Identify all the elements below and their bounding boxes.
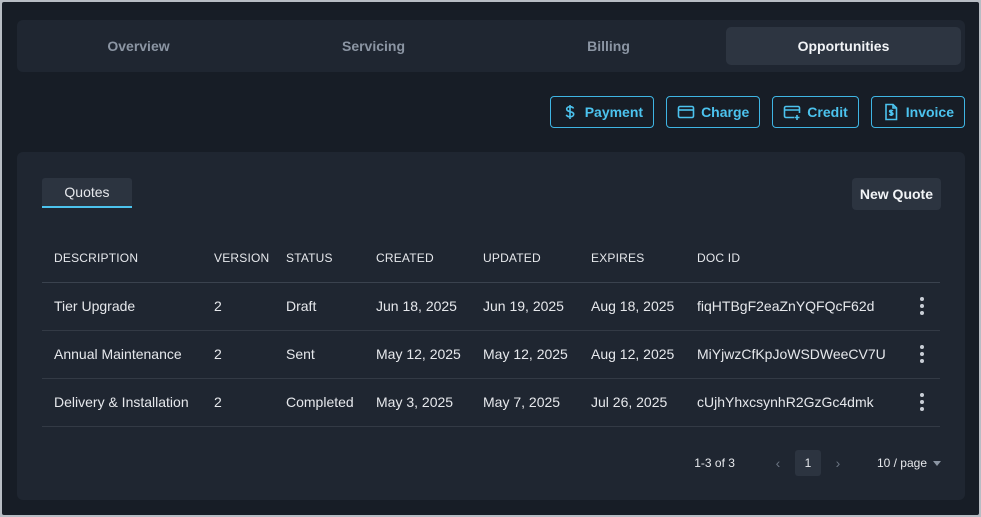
table-header-row: DESCRIPTION VERSION STATUS CREATED UPDAT…	[42, 234, 940, 283]
invoice-button-label: Invoice	[905, 104, 954, 120]
chevron-down-icon	[933, 460, 941, 466]
column-header-updated[interactable]: UPDATED	[471, 234, 579, 283]
new-quote-button[interactable]: New Quote	[851, 178, 941, 210]
cell-expires: Aug 12, 2025	[579, 330, 685, 379]
cell-doc-id: MiYjwzCfKpJoWSDWeeCV7U	[685, 330, 900, 379]
column-header-version[interactable]: VERSION	[202, 234, 274, 283]
column-header-doc-id[interactable]: DOC ID	[685, 234, 900, 283]
tab-overview[interactable]: Overview	[21, 27, 256, 65]
cell-status: Sent	[274, 330, 364, 379]
cell-created: May 3, 2025	[364, 378, 471, 427]
tab-quotes[interactable]: Quotes	[42, 178, 132, 208]
app-window: Overview Servicing Billing Opportunities…	[2, 2, 979, 515]
table-row[interactable]: Delivery & Installation 2 Completed May …	[42, 378, 940, 427]
row-menu-button[interactable]	[900, 282, 940, 331]
page-button-current[interactable]: 1	[794, 450, 821, 476]
row-menu-button[interactable]	[900, 330, 940, 379]
more-vertical-icon[interactable]	[912, 297, 932, 315]
cell-version: 2	[202, 378, 274, 427]
tab-opportunities[interactable]: Opportunities	[726, 27, 961, 65]
payment-button[interactable]: Payment	[549, 96, 655, 128]
charge-button-label: Charge	[701, 104, 750, 120]
cell-status: Draft	[274, 282, 364, 331]
column-header-expires[interactable]: EXPIRES	[579, 234, 685, 283]
cell-created: Jun 18, 2025	[364, 282, 471, 331]
chevron-left-icon[interactable]: ‹	[765, 455, 791, 471]
cell-updated: May 7, 2025	[471, 378, 579, 427]
quotes-panel: Quotes New Quote DESCRIPTION VERSION STA…	[17, 152, 965, 500]
cell-expires: Aug 18, 2025	[579, 282, 685, 331]
more-vertical-icon[interactable]	[912, 393, 932, 411]
cell-version: 2	[202, 330, 274, 379]
cell-doc-id: fiqHTBgF2eaZnYQFQcF62d	[685, 282, 900, 331]
invoice-button[interactable]: Invoice	[870, 96, 965, 128]
card-icon	[677, 105, 695, 119]
pagination: 1-3 of 3 ‹ 1 › 10 / page	[694, 450, 941, 476]
cell-updated: May 12, 2025	[471, 330, 579, 379]
card-plus-icon	[783, 105, 801, 120]
cell-created: May 12, 2025	[364, 330, 471, 379]
cell-version: 2	[202, 282, 274, 331]
tab-billing[interactable]: Billing	[491, 27, 726, 65]
column-header-created[interactable]: CREATED	[364, 234, 471, 283]
chevron-right-icon[interactable]: ›	[825, 455, 851, 471]
quotes-table: DESCRIPTION VERSION STATUS CREATED UPDAT…	[42, 234, 940, 427]
page-size-select[interactable]: 10 / page	[877, 456, 941, 470]
column-header-status[interactable]: STATUS	[274, 234, 364, 283]
payment-button-label: Payment	[584, 104, 644, 120]
pagination-range: 1-3 of 3	[694, 456, 735, 470]
row-menu-button[interactable]	[900, 378, 940, 427]
table-row[interactable]: Tier Upgrade 2 Draft Jun 18, 2025 Jun 19…	[42, 282, 940, 331]
dollar-icon	[565, 105, 575, 119]
cell-description: Delivery & Installation	[42, 378, 202, 427]
column-header-description[interactable]: DESCRIPTION	[42, 234, 202, 283]
cell-doc-id: cUjhYhxcsynhR2GzGc4dmk	[685, 378, 900, 427]
column-header-actions	[900, 234, 940, 283]
tab-servicing[interactable]: Servicing	[256, 27, 491, 65]
invoice-icon	[884, 103, 898, 121]
cell-status: Completed	[274, 378, 364, 427]
cell-expires: Jul 26, 2025	[579, 378, 685, 427]
credit-button-label: Credit	[807, 104, 848, 120]
page-size-value: 10 / page	[876, 456, 927, 470]
main-tabs: Overview Servicing Billing Opportunities	[17, 20, 965, 72]
cell-description: Annual Maintenance	[42, 330, 202, 379]
credit-button[interactable]: Credit	[772, 96, 859, 128]
table-row[interactable]: Annual Maintenance 2 Sent May 12, 2025 M…	[42, 330, 940, 379]
cell-description: Tier Upgrade	[42, 282, 202, 331]
cell-updated: Jun 19, 2025	[471, 282, 579, 331]
more-vertical-icon[interactable]	[912, 345, 932, 363]
charge-button[interactable]: Charge	[666, 96, 761, 128]
action-bar: Payment Charge Credit Invoice	[549, 96, 965, 128]
